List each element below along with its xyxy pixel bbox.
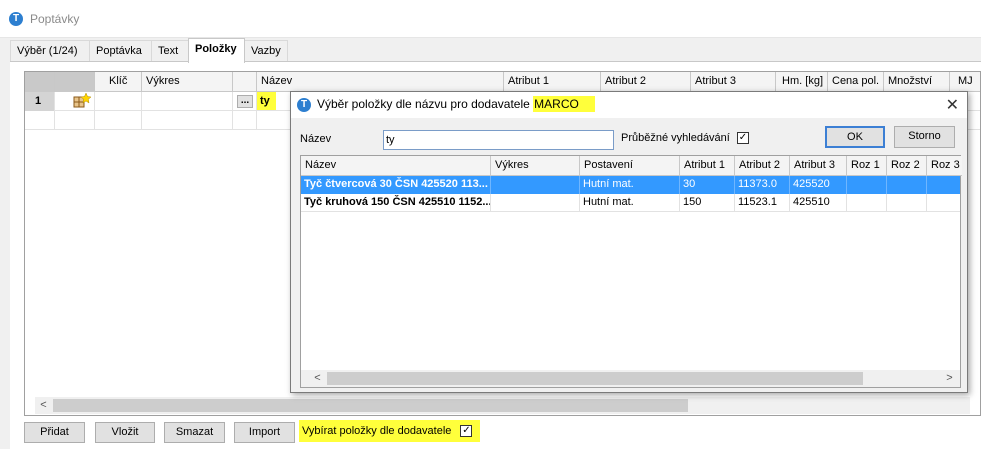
column-header-icon [55,72,95,92]
tab-polozky[interactable]: Položky [188,38,245,63]
empty-cell [95,111,142,130]
dialog-title: Výběr položky dle názvu pro dodavatele M… [317,96,595,112]
result-attr2: 11373.0 [735,176,790,194]
result-roz2 [887,176,927,194]
column-header-nazev[interactable]: Název [301,156,491,176]
column-header-mnozstvi[interactable]: Množství [884,72,950,92]
item-new-icon [55,92,95,111]
result-roz1 [847,194,887,212]
result-attr1: 150 [680,194,735,212]
column-header-hmotnost[interactable]: Hm. [kg] [776,72,828,92]
dialog-titlebar: T Výběr položky dle názvu pro dodavatele… [291,92,967,118]
result-status: Hutní mat. [580,176,680,194]
supplier-filter-label: Vybírat položky dle dodavatele [302,425,452,437]
empty-cell [142,111,233,130]
browse-button[interactable]: ... [237,95,253,108]
column-header-nazev[interactable]: Název [257,72,504,92]
tab-vazby[interactable]: Vazby [244,40,288,62]
column-header-browse [233,72,257,92]
cell-klic[interactable] [95,92,142,111]
app-logo-icon: T [297,98,311,112]
live-search-option[interactable]: Průběžné vyhledávání ✓ [621,132,749,145]
import-button[interactable]: Import [234,422,295,443]
result-attr1: 30 [680,176,735,194]
column-header-roz3[interactable]: Roz 3 [927,156,962,176]
result-row-selected[interactable]: Tyč čtvercová 30 ČSN 425520 113... Hutní… [301,176,960,194]
delete-button[interactable]: Smazat [164,422,225,443]
live-search-label: Průběžné vyhledávání [621,132,730,144]
column-header-rownum [25,72,55,92]
result-drawing [491,194,580,212]
result-attr3: 425520 [790,176,847,194]
supplier-filter[interactable]: Vybírat položky dle dodavatele ✓ [299,420,480,442]
column-header-klic[interactable]: Klíč [95,72,142,92]
grid-horizontal-scrollbar[interactable]: < [35,397,970,414]
column-header-atribut1[interactable]: Atribut 1 [504,72,601,92]
column-header-atribut2[interactable]: Atribut 2 [735,156,790,176]
grid-header: Klíč Výkres Název Atribut 1 Atribut 2 At… [25,72,980,92]
empty-cell [233,111,257,130]
result-drawing [491,176,580,194]
scroll-right-icon[interactable]: > [941,370,958,387]
scroll-left-icon[interactable]: < [309,370,326,387]
empty-cell [25,111,55,130]
scroll-thumb[interactable] [327,372,863,385]
live-search-checkbox[interactable]: ✓ [736,132,749,145]
column-header-atribut1[interactable]: Atribut 1 [680,156,735,176]
result-name: Tyč kruhová 150 ČSN 425510 1152... [301,194,491,212]
row-number: 1 [25,92,55,111]
scroll-thumb[interactable] [53,399,688,412]
column-header-atribut2[interactable]: Atribut 2 [601,72,691,92]
name-label: Název [300,133,332,145]
column-header-roz1[interactable]: Roz 1 [847,156,887,176]
dialog-supplier-name: MARCO [533,96,595,112]
close-icon[interactable]: ✕ [946,95,959,115]
ok-button[interactable]: OK [825,126,885,148]
result-row[interactable]: Tyč kruhová 150 ČSN 425510 1152... Hutní… [301,194,960,212]
column-header-roz2[interactable]: Roz 2 [887,156,927,176]
result-attr2: 11523.1 [735,194,790,212]
results-grid: Název Výkres Postavení Atribut 1 Atribut… [300,155,962,388]
column-header-cena[interactable]: Cena pol. [828,72,884,92]
dialog-title-text: Výběr položky dle názvu pro dodavatele [317,97,530,111]
name-search-input[interactable] [383,130,614,150]
column-header-vykres[interactable]: Výkres [142,72,233,92]
column-header-atribut3[interactable]: Atribut 3 [691,72,776,92]
insert-button[interactable]: Vložit [95,422,155,443]
tab-poptavka[interactable]: Poptávka [89,40,152,62]
add-button[interactable]: Přidat [24,422,85,443]
item-name-value[interactable]: ty [257,92,276,110]
dialog-horizontal-scrollbar[interactable]: < > [301,370,960,387]
cell-vykres[interactable] [142,92,233,111]
tab-vyber[interactable]: Výběr (1/24) [10,40,90,62]
cell-browse: ... [233,92,257,111]
item-select-dialog: T Výběr položky dle názvu pro dodavatele… [290,91,968,393]
scroll-left-icon[interactable]: < [35,397,52,414]
empty-cell [55,111,95,130]
column-header-atribut3[interactable]: Atribut 3 [790,156,847,176]
window-title: Poptávky [30,12,80,26]
app-logo-icon: T [9,12,23,26]
result-status: Hutní mat. [580,194,680,212]
result-roz2 [887,194,927,212]
column-header-postaveni[interactable]: Postavení [580,156,680,176]
tab-text[interactable]: Text [151,40,189,62]
window-titlebar: T Poptávky [0,0,981,38]
result-attr3: 425510 [790,194,847,212]
result-roz1 [847,176,887,194]
column-header-mj[interactable]: MJ [950,72,981,92]
cancel-button[interactable]: Storno [894,126,955,148]
column-header-vykres[interactable]: Výkres [491,156,580,176]
supplier-filter-checkbox[interactable]: ✓ [460,425,473,438]
result-name: Tyč čtvercová 30 ČSN 425520 113... [301,176,491,194]
